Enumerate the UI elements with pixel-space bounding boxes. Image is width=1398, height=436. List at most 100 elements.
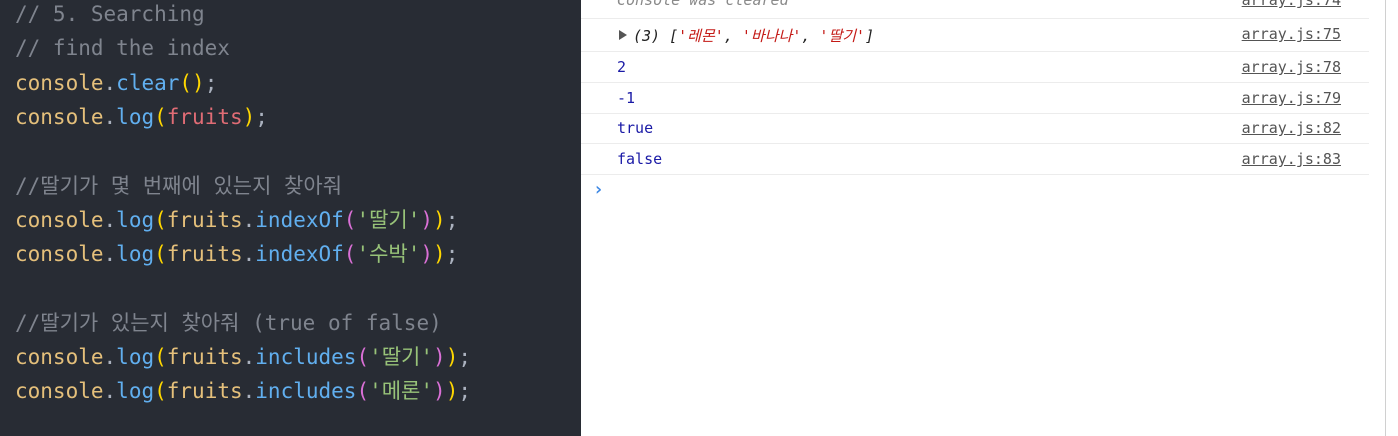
code-token: //딸기가 있는지 찾아줘 (true of false) bbox=[15, 310, 442, 335]
code-line: console.log(fruits.includes('딸기')); bbox=[15, 343, 471, 371]
code-token: ( bbox=[154, 379, 167, 404]
code-token: . bbox=[103, 70, 117, 95]
code-token: () bbox=[179, 70, 205, 95]
code-token: ; bbox=[458, 379, 471, 404]
code-token: ( bbox=[154, 345, 167, 369]
devtools-console: Console was cleared array.js:74 (3) ['레몬… bbox=[581, 0, 1398, 436]
console-log-value: 2 bbox=[617, 58, 627, 76]
panel-divider bbox=[1385, 0, 1386, 436]
code-token: // find the index bbox=[15, 36, 230, 61]
code-token: console bbox=[15, 207, 104, 232]
code-token: '딸기' bbox=[356, 207, 421, 232]
code-token: ) bbox=[433, 207, 446, 232]
code-token: . bbox=[242, 207, 256, 232]
code-token: ) bbox=[433, 379, 446, 404]
console-row-log: 2 array.js:78 bbox=[581, 52, 1369, 83]
array-log-message[interactable]: (3) ['레몬', '바나나', '딸기'] bbox=[619, 25, 874, 46]
console-log-value: true bbox=[617, 119, 654, 137]
code-token: . bbox=[103, 345, 117, 369]
source-link[interactable]: array.js:74 bbox=[1242, 0, 1341, 9]
console-prompt[interactable]: › bbox=[593, 179, 613, 200]
code-token: ( bbox=[343, 207, 357, 232]
code-token: ) bbox=[433, 345, 446, 369]
source-link[interactable]: array.js:79 bbox=[1242, 89, 1341, 107]
code-token: ) bbox=[420, 207, 434, 232]
code-token: ( bbox=[356, 345, 370, 369]
code-line: //딸기가 있는지 찾아줘 (true of false) bbox=[15, 309, 442, 337]
code-line: console.log(fruits.indexOf('딸기')); bbox=[15, 206, 458, 234]
code-token: indexOf bbox=[255, 207, 344, 232]
code-token: ) bbox=[242, 104, 256, 129]
code-token: ( bbox=[154, 242, 167, 267]
array-open-bracket: [ bbox=[669, 27, 679, 45]
code-token: fruits bbox=[166, 104, 243, 129]
code-token: log bbox=[116, 345, 155, 369]
array-count: (3) bbox=[633, 27, 661, 45]
console-row-array: (3) ['레몬', '바나나', '딸기'] array.js:75 bbox=[581, 19, 1369, 52]
code-token: log bbox=[116, 242, 155, 267]
code-token: ( bbox=[154, 104, 167, 129]
code-token: . bbox=[103, 207, 117, 232]
source-link[interactable]: array.js:78 bbox=[1242, 58, 1341, 76]
array-close-bracket: ] bbox=[865, 27, 875, 45]
code-token: ) bbox=[433, 242, 446, 267]
code-line: console.log(fruits.indexOf('수박')); bbox=[15, 240, 458, 268]
code-token: clear bbox=[116, 70, 180, 95]
source-link[interactable]: array.js:83 bbox=[1242, 150, 1341, 168]
code-token: . bbox=[103, 242, 117, 267]
console-log-value: false bbox=[617, 150, 663, 168]
code-token: fruits bbox=[166, 207, 243, 232]
code-line: //딸기가 몇 번째에 있는지 찾아줘 bbox=[15, 172, 342, 200]
code-line: console.log(fruits); bbox=[15, 103, 268, 131]
code-token: ; bbox=[445, 207, 459, 232]
array-separator: , bbox=[723, 27, 742, 45]
code-token: //딸기가 몇 번째에 있는지 찾아줘 bbox=[15, 173, 343, 198]
console-log-value: -1 bbox=[617, 89, 636, 107]
code-line: // find the index bbox=[15, 34, 230, 62]
code-token: ( bbox=[356, 379, 370, 404]
code-token: fruits bbox=[166, 379, 243, 404]
code-token: // 5. Searching bbox=[15, 2, 205, 26]
code-token: ) bbox=[420, 242, 434, 267]
code-token: . bbox=[242, 242, 256, 267]
code-token: . bbox=[242, 379, 256, 404]
console-row-cleared: Console was cleared array.js:74 bbox=[581, 0, 1369, 19]
code-editor[interactable]: // 5. Searching // find the index console.… bbox=[0, 0, 581, 436]
code-token: ; bbox=[458, 345, 471, 369]
code-token: includes bbox=[255, 379, 357, 404]
code-token: console bbox=[15, 70, 104, 95]
array-item-string: '바나나' bbox=[741, 27, 802, 45]
array-separator: , bbox=[801, 27, 820, 45]
code-token: fruits bbox=[166, 242, 243, 267]
console-row-log: false array.js:83 bbox=[581, 144, 1369, 175]
code-token: ) bbox=[445, 379, 459, 404]
array-items: '레몬', '바나나', '딸기' bbox=[678, 27, 865, 45]
array-item-string: '딸기' bbox=[819, 27, 866, 45]
code-token: log bbox=[116, 207, 155, 232]
code-token: console bbox=[15, 104, 104, 129]
code-token: '수박' bbox=[356, 242, 421, 267]
console-cleared-message: Console was cleared bbox=[617, 0, 789, 9]
code-token: ; bbox=[445, 242, 459, 267]
source-link[interactable]: array.js:75 bbox=[1242, 25, 1341, 43]
code-token: '메론' bbox=[369, 379, 434, 404]
code-token: ( bbox=[154, 207, 167, 232]
code-token: ; bbox=[204, 70, 218, 95]
code-line: // 5. Searching bbox=[15, 0, 205, 28]
triangle-right-icon[interactable] bbox=[619, 30, 627, 40]
code-token: includes bbox=[255, 345, 357, 369]
code-line: console.clear(); bbox=[15, 69, 217, 97]
code-token: log bbox=[116, 104, 155, 129]
code-token: console bbox=[15, 379, 104, 404]
source-link[interactable]: array.js:82 bbox=[1242, 119, 1341, 137]
chevron-right-icon: › bbox=[593, 179, 604, 200]
code-token: ) bbox=[445, 345, 459, 369]
code-token: ( bbox=[343, 242, 357, 267]
code-token: console bbox=[15, 345, 104, 369]
code-token: fruits bbox=[166, 345, 243, 369]
code-token: ; bbox=[255, 104, 268, 129]
code-token: . bbox=[242, 345, 256, 369]
console-row-log: true array.js:82 bbox=[581, 114, 1369, 144]
code-token: '딸기' bbox=[369, 345, 434, 369]
code-token: indexOf bbox=[255, 242, 344, 267]
